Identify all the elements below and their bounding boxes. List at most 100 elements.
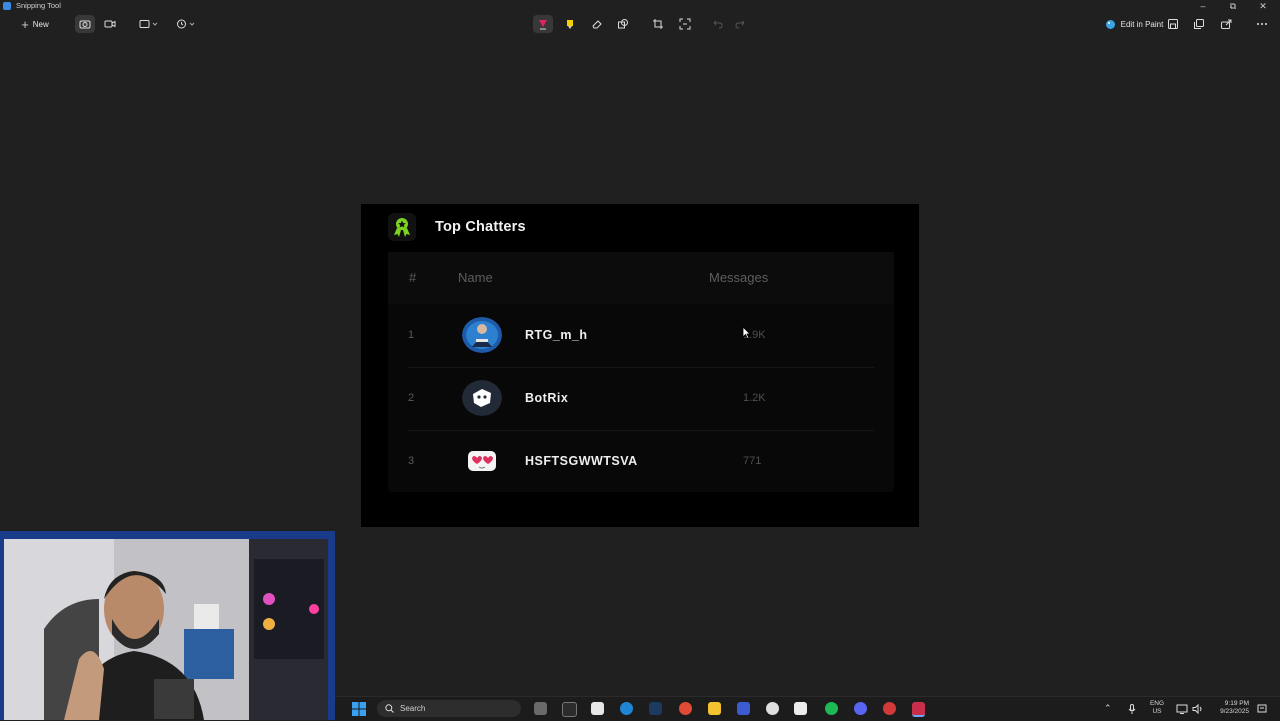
mouse-cursor-icon: [742, 326, 751, 339]
volume-icon[interactable]: [1192, 704, 1204, 714]
username-cell: HSFTSGWWTSVA: [525, 454, 638, 468]
video-mode-button[interactable]: [100, 15, 120, 33]
search-icon: [385, 704, 394, 713]
show-hidden-icons-chevron-icon[interactable]: ⌃: [1104, 704, 1112, 713]
shapes-button[interactable]: [613, 15, 633, 33]
chatters-table: # Name Messages 1 RTG_m_h 1.9K 2 BotRix …: [388, 252, 894, 492]
chrome-alt-icon[interactable]: [883, 702, 896, 715]
new-button[interactable]: + New: [12, 15, 58, 33]
avatar: [462, 380, 502, 416]
share-button[interactable]: [1217, 15, 1235, 33]
paint-icon: [1105, 19, 1115, 29]
close-button[interactable]: ✕: [1248, 0, 1278, 12]
undo-icon: [713, 20, 723, 29]
avatar: [462, 317, 502, 353]
window-title: Snipping Tool: [16, 1, 61, 10]
text-actions-button[interactable]: [675, 15, 695, 33]
widget-title: Top Chatters: [435, 219, 526, 235]
table-row: 2 BotRix 1.2K: [408, 367, 874, 431]
region-code: US: [1152, 708, 1162, 715]
clock-date: 9/23/2025: [1220, 708, 1249, 715]
username-cell: RTG_m_h: [525, 328, 588, 342]
save-button[interactable]: [1164, 15, 1182, 33]
new-button-label: New: [32, 19, 49, 29]
captured-image: Top Chatters # Name Messages 1 RTG_m_h 1…: [361, 204, 919, 527]
clock[interactable]: 9:19 PM 9/23/2025: [1209, 700, 1249, 716]
camera-icon: [79, 20, 91, 29]
snipping-tool-taskbar-icon[interactable]: [912, 702, 925, 717]
name-column-header: Name: [458, 270, 493, 285]
network-icon[interactable]: [1176, 704, 1188, 714]
ballpoint-pen-button[interactable]: [533, 15, 553, 33]
webcam-overlay: [0, 531, 335, 720]
snip-shape-dropdown[interactable]: [136, 15, 162, 33]
highlighter-button[interactable]: [560, 15, 580, 33]
crop-button[interactable]: [648, 15, 668, 33]
crop-icon: [653, 19, 663, 29]
clock-time: 9:19 PM: [1224, 700, 1249, 707]
share-icon: [1221, 19, 1232, 29]
app-icon-3[interactable]: [794, 702, 807, 715]
spotify-icon[interactable]: [825, 702, 838, 715]
timer-icon: [177, 19, 195, 29]
avatar: [462, 443, 502, 479]
widget-header: Top Chatters: [388, 212, 526, 242]
username-cell: BotRix: [525, 391, 569, 405]
widgets-icon[interactable]: [562, 702, 577, 717]
rank-cell: 2: [408, 392, 415, 404]
trophy-icon: [388, 213, 416, 241]
redo-icon: [735, 20, 745, 29]
rectangle-snip-icon: [139, 20, 158, 28]
search-placeholder: Search: [400, 704, 426, 713]
maximize-button[interactable]: ⧉: [1218, 0, 1248, 12]
more-options-button[interactable]: [1253, 15, 1271, 33]
table-row: 3 HSFTSGWWTSVA 771: [408, 430, 874, 493]
eraser-icon: [592, 20, 602, 29]
screenshot-mode-button[interactable]: [75, 15, 95, 33]
copy-icon: [1194, 19, 1204, 29]
text-actions-icon: [679, 18, 691, 30]
title-bar: Snipping Tool – ⧉ ✕: [0, 0, 1280, 12]
chrome-icon[interactable]: [679, 702, 692, 715]
edge-icon[interactable]: [620, 702, 633, 715]
notifications-icon[interactable]: [1257, 704, 1267, 714]
delay-timer-dropdown[interactable]: [173, 15, 199, 33]
edit-in-paint-button[interactable]: Edit in Paint: [1098, 15, 1170, 33]
more-dots-icon: [1257, 23, 1267, 25]
video-camera-icon: [104, 20, 116, 28]
steam-icon[interactable]: [649, 702, 662, 715]
app-icon-1[interactable]: [591, 702, 604, 715]
highlighter-icon: [567, 20, 573, 29]
table-row: 1 RTG_m_h 1.9K: [408, 304, 874, 368]
rank-cell: 1: [408, 329, 415, 341]
undo-button[interactable]: [708, 15, 726, 33]
table-header: # Name Messages: [388, 252, 894, 304]
messages-cell: 1.2K: [743, 392, 766, 404]
redo-button[interactable]: [732, 15, 750, 33]
taskbar-search[interactable]: Search: [377, 700, 521, 717]
taskbar: Search ⌃ ENG US 9:19 PM 9/23/2025: [335, 696, 1280, 721]
clock-app-icon[interactable]: [766, 702, 779, 715]
discord-icon[interactable]: [854, 702, 867, 715]
messages-cell: 771: [743, 455, 762, 467]
webcam-feed: [4, 539, 328, 720]
pen-icon: [539, 20, 547, 30]
eraser-button[interactable]: [587, 15, 607, 33]
language-code: ENG: [1149, 700, 1165, 707]
windows-start-icon[interactable]: [352, 702, 366, 716]
language-indicator[interactable]: ENG US: [1147, 700, 1167, 716]
rank-column-header: #: [409, 270, 417, 285]
file-explorer-icon[interactable]: [708, 702, 721, 715]
task-view-icon[interactable]: [534, 702, 547, 715]
snipping-tool-icon: [3, 2, 11, 10]
edit-in-paint-label: Edit in Paint: [1120, 19, 1164, 29]
minimize-button[interactable]: –: [1188, 0, 1218, 12]
save-icon: [1168, 19, 1178, 29]
rank-cell: 3: [408, 455, 415, 467]
plus-icon: +: [21, 16, 29, 32]
toolbar: + New Edit in Paint: [0, 12, 1280, 36]
shapes-icon: [618, 19, 628, 29]
copy-button[interactable]: [1190, 15, 1208, 33]
app-icon-2[interactable]: [737, 702, 750, 715]
microphone-icon[interactable]: [1128, 704, 1136, 714]
